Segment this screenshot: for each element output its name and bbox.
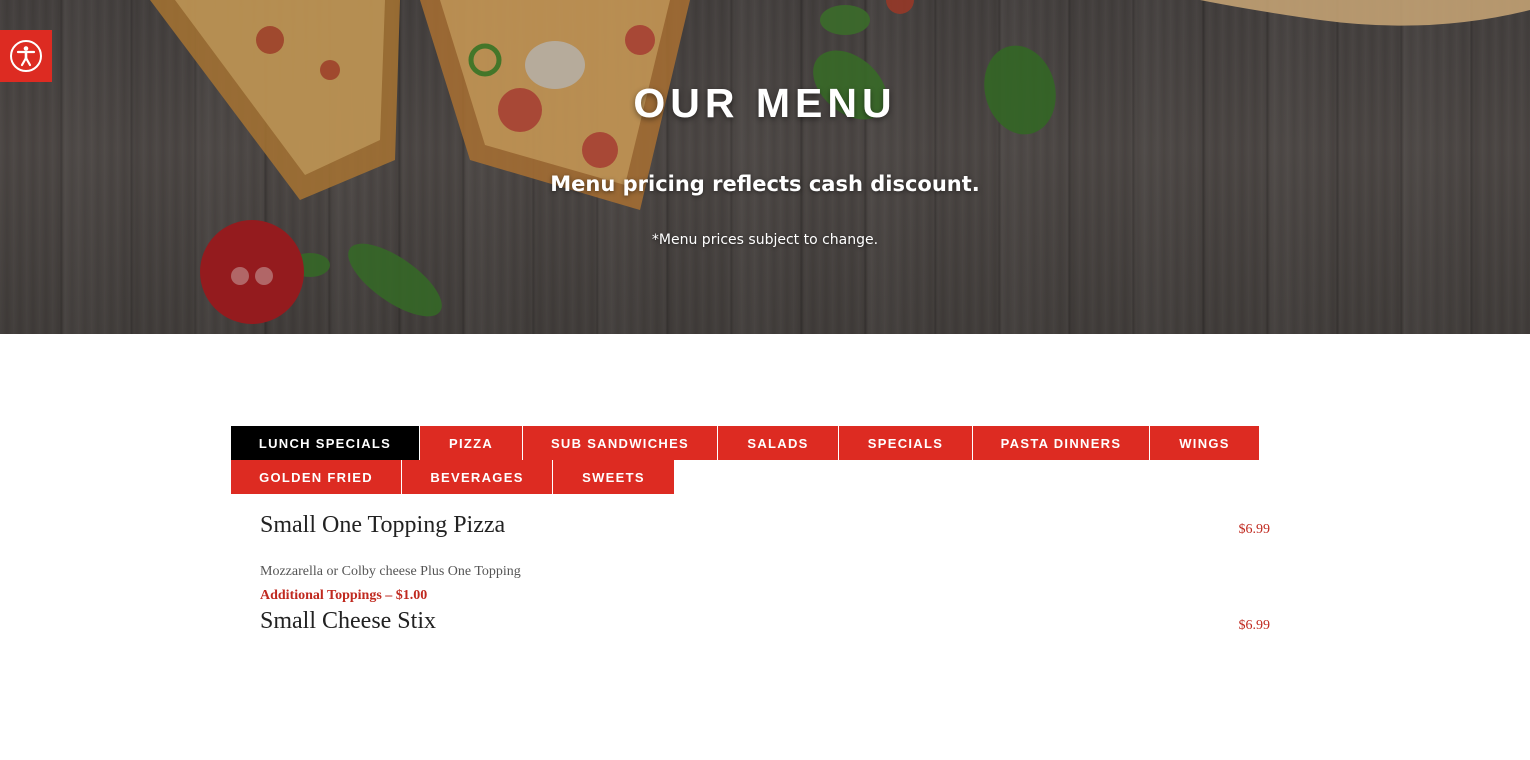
menu-item-name: Small Cheese Stix	[260, 608, 436, 634]
menu-item-list: Small One Topping Pizza $6.99 Mozzarella…	[260, 512, 1270, 642]
accessibility-icon	[10, 40, 42, 72]
tab-row-1: LUNCH SPECIALS PIZZA SUB SANDWICHES SALA…	[231, 426, 1271, 460]
menu-category-tabs: LUNCH SPECIALS PIZZA SUB SANDWICHES SALA…	[231, 426, 1271, 494]
hero-overlay	[0, 0, 1530, 334]
tab-row-2: GOLDEN FRIED BEVERAGES SWEETS	[231, 460, 1271, 494]
menu-item-price: $6.99	[1238, 618, 1271, 633]
tab-beverages[interactable]: BEVERAGES	[402, 460, 553, 494]
hero-banner: OUR MENU Menu pricing reflects cash disc…	[0, 0, 1530, 334]
menu-item: Small One Topping Pizza $6.99 Mozzarella…	[260, 512, 1270, 604]
menu-item-header: Small Cheese Stix $6.99	[260, 608, 1270, 642]
tab-golden-fried[interactable]: GOLDEN FRIED	[231, 460, 402, 494]
tab-lunch-specials[interactable]: LUNCH SPECIALS	[231, 426, 420, 460]
menu-item-description: Mozzarella or Colby cheese Plus One Topp…	[260, 564, 521, 579]
menu-item-name: Small One Topping Pizza	[260, 512, 506, 538]
tab-specials[interactable]: SPECIALS	[839, 426, 973, 460]
tab-salads[interactable]: SALADS	[718, 426, 839, 460]
menu-item-extra: Additional Toppings – $1.00	[260, 588, 428, 603]
tab-pizza[interactable]: PIZZA	[420, 426, 523, 460]
menu-item: Small Cheese Stix $6.99	[260, 608, 1270, 642]
menu-item-header: Small One Topping Pizza $6.99	[260, 512, 1270, 546]
tab-wings[interactable]: WINGS	[1150, 426, 1259, 460]
tab-pasta-dinners[interactable]: PASTA DINNERS	[973, 426, 1150, 460]
tab-sub-sandwiches[interactable]: SUB SANDWICHES	[523, 426, 718, 460]
pricing-notice: Menu pricing reflects cash discount.	[550, 172, 980, 196]
page-title: OUR MENU	[633, 80, 897, 126]
menu-item-price: $6.99	[1238, 522, 1271, 537]
price-change-note: *Menu prices subject to change.	[651, 232, 879, 248]
tab-sweets[interactable]: SWEETS	[553, 460, 674, 494]
accessibility-toggle-button[interactable]	[0, 30, 52, 82]
